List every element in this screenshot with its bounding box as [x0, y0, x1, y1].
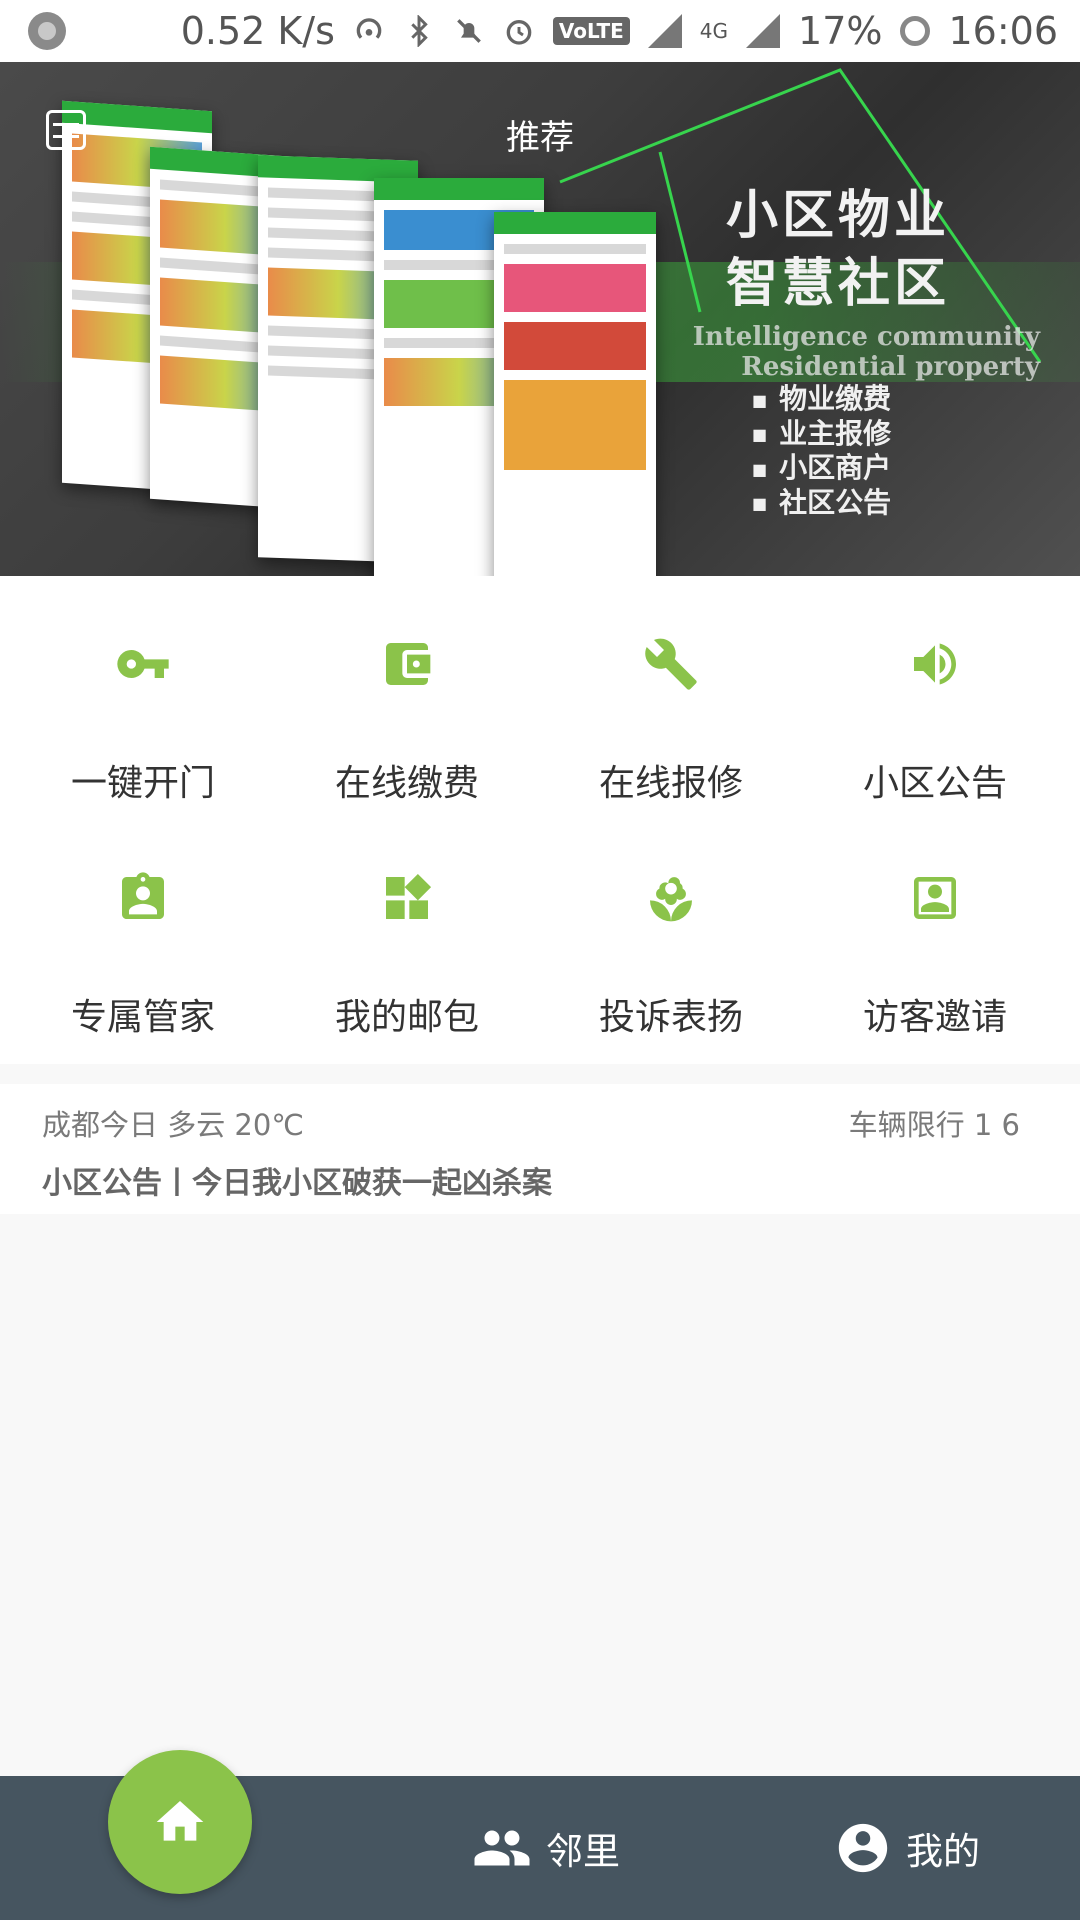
network-type: 4G	[699, 19, 729, 43]
notice-ticker[interactable]: 小区公告丨今日我小区破获一起凶杀案	[42, 1158, 552, 1202]
alarm-icon	[506, 19, 532, 45]
notification-icon	[28, 12, 66, 50]
battery-icon	[900, 16, 931, 46]
banner-title: 小区物业 智慧社区	[725, 186, 950, 314]
bluetooth-icon	[411, 15, 428, 47]
service-visitor-invite[interactable]: 访客邀请	[800, 810, 1070, 1038]
banner-feature: 业主报修	[752, 417, 891, 452]
service-online-payment[interactable]: 在线缴费	[272, 576, 542, 804]
badge-icon	[122, 872, 164, 919]
speaker-icon	[914, 643, 956, 685]
flower-icon	[650, 877, 692, 922]
service-label: 一键开门	[70, 763, 215, 804]
volte-badge: VoLTE	[552, 17, 630, 45]
service-label: 在线缴费	[334, 763, 479, 804]
service-label: 专属管家	[70, 997, 215, 1038]
nav-mine[interactable]: 我的	[834, 1818, 980, 1878]
signal-icon-2	[746, 14, 781, 48]
nav-neighbors[interactable]: 邻里	[472, 1818, 620, 1878]
promo-banner[interactable]: 小区物业 智慧社区 Intelligence community Residen…	[0, 62, 1080, 576]
weather-text: 成都今日 多云 20℃	[42, 1108, 304, 1142]
key-icon	[117, 650, 169, 678]
status-bar: 0.52 K/s VoLTE 4G 17% 16:06	[0, 0, 1080, 62]
service-label: 访客邀请	[862, 997, 1007, 1038]
banner-feature: 小区商户	[752, 451, 891, 486]
service-label: 我的邮包	[334, 997, 479, 1038]
wrench-icon	[645, 638, 697, 690]
traffic-restriction: 车辆限行 1 6	[848, 1108, 1020, 1142]
wallet-icon	[386, 643, 431, 685]
service-community-notice[interactable]: 小区公告	[800, 576, 1070, 804]
banner-feature: 社区公告	[752, 486, 891, 521]
service-label: 小区公告	[862, 763, 1007, 804]
service-online-repair[interactable]: 在线报修	[536, 576, 806, 804]
menu-icon[interactable]	[46, 110, 86, 150]
service-feedback[interactable]: 投诉表扬	[536, 810, 806, 1038]
home-button[interactable]	[108, 1750, 252, 1894]
service-one-key-open[interactable]: 一键开门	[8, 576, 278, 804]
account-icon	[838, 1823, 888, 1873]
widgets-icon	[386, 873, 432, 919]
service-my-parcels[interactable]: 我的邮包	[272, 810, 542, 1038]
battery-level: 17%	[798, 9, 883, 53]
nav-neighbors-label: 邻里	[546, 1830, 620, 1873]
network-speed: 0.52 K/s	[180, 9, 335, 53]
info-panel: 成都今日 多云 20℃ 车辆限行 1 6 小区公告丨今日我小区破获一起凶杀案	[0, 1084, 1080, 1214]
hotspot-icon	[356, 18, 382, 39]
service-grid: 一键开门 在线缴费 在线报修 小区公告 专属管家 我的邮包 投诉表扬 访客邀请	[0, 576, 1080, 1064]
mute-icon	[457, 19, 481, 43]
home-icon	[156, 1801, 204, 1841]
people-icon	[474, 1830, 530, 1866]
clock: 16:06	[948, 9, 1058, 53]
portrait-icon	[914, 877, 956, 919]
banner-subtitle: Intelligence community Residential prope…	[692, 322, 1040, 382]
signal-icon	[647, 14, 682, 48]
service-label: 在线报修	[598, 763, 743, 804]
tab-recommend[interactable]: 推荐	[506, 110, 574, 159]
banner-feature: 物业缴费	[752, 382, 891, 417]
banner-feature-list: 物业缴费 业主报修 小区商户 社区公告	[752, 382, 891, 520]
service-dedicated-butler[interactable]: 专属管家	[8, 810, 278, 1038]
nav-mine-label: 我的	[906, 1830, 980, 1873]
service-label: 投诉表扬	[598, 997, 743, 1038]
